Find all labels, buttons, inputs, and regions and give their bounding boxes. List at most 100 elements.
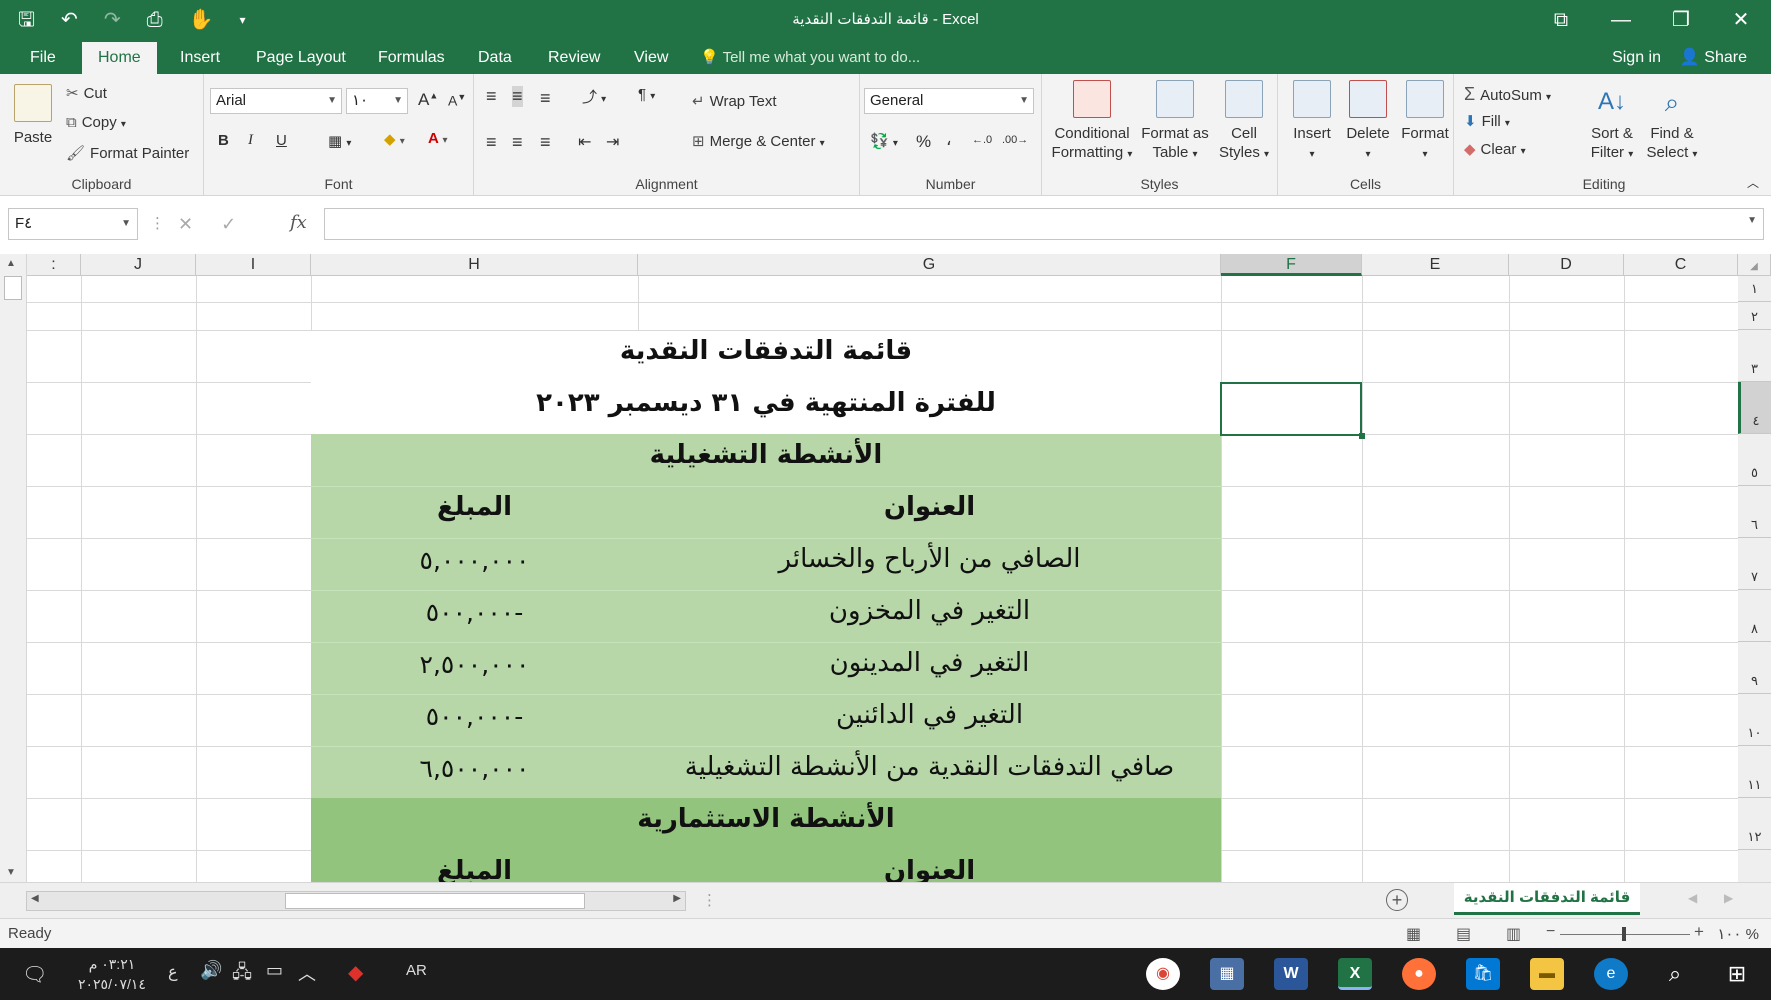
sign-in-link[interactable]: Sign in xyxy=(1612,42,1661,74)
active-cell-f4[interactable] xyxy=(1220,382,1365,439)
share-button[interactable]: 👤 Share xyxy=(1680,42,1747,74)
row-header-10[interactable]: ١٠ xyxy=(1738,694,1771,746)
percent-button[interactable]: % xyxy=(916,132,931,152)
calculator-icon[interactable]: ▦ xyxy=(1210,958,1244,990)
paste-button[interactable]: Paste xyxy=(10,84,56,147)
anydesk-icon[interactable]: ◆ xyxy=(348,960,363,985)
row-header-7[interactable]: ٧ xyxy=(1738,538,1771,590)
row-header-11[interactable]: ١١ xyxy=(1738,746,1771,798)
row-header-3[interactable]: ٣ xyxy=(1738,330,1771,382)
row-header-9[interactable]: ٩ xyxy=(1738,642,1771,694)
scroll-thumb[interactable] xyxy=(285,893,585,909)
rtl-direction-icon[interactable]: ¶ ▾ xyxy=(638,86,655,103)
word-icon[interactable]: W xyxy=(1274,958,1308,990)
tell-me-box[interactable]: 💡 Tell me what you want to do... xyxy=(700,42,920,74)
align-right-icon[interactable]: ≡ xyxy=(540,132,551,153)
splitter-grip-icon[interactable]: ⋮ xyxy=(702,891,717,909)
network-icon[interactable]: 🖧 xyxy=(232,960,252,990)
cancel-icon[interactable]: ✕ xyxy=(178,214,193,235)
insert-function-button[interactable]: fx xyxy=(290,212,307,233)
sort-filter-button[interactable]: A↓ Sort & Filter ▾ xyxy=(1584,80,1640,164)
input-language-indicator[interactable]: AR xyxy=(406,962,427,979)
align-center-icon[interactable]: ≡ xyxy=(512,132,523,153)
italic-button[interactable]: I xyxy=(248,132,253,149)
tab-formulas[interactable]: Formulas xyxy=(374,42,449,74)
firefox-icon[interactable]: ● xyxy=(1402,958,1436,990)
merge-center-button[interactable]: ⊞ Merge & Center ▾ xyxy=(692,132,825,150)
name-box[interactable]: F٤ ▼ xyxy=(8,208,138,240)
row-header-8[interactable]: ٨ xyxy=(1738,590,1771,642)
minimize-icon[interactable]: — xyxy=(1591,0,1651,42)
excel-icon[interactable]: X xyxy=(1338,958,1372,990)
column-header-j[interactable]: J xyxy=(81,254,196,276)
column-header-d[interactable]: D xyxy=(1509,254,1624,276)
page-layout-view-icon[interactable]: ▤ xyxy=(1456,924,1471,944)
close-icon[interactable]: ✕ xyxy=(1711,0,1771,42)
decrease-font-icon[interactable]: A▼ xyxy=(448,92,466,109)
align-left-icon[interactable]: ≡ xyxy=(486,132,497,153)
cell-styles-button[interactable]: Cell Styles ▾ xyxy=(1214,80,1274,164)
normal-view-icon[interactable]: ▦ xyxy=(1406,924,1421,944)
orientation-icon[interactable]: ⤴ ▾ xyxy=(582,86,606,107)
bold-button[interactable]: B xyxy=(218,132,229,149)
scroll-thumb[interactable] xyxy=(4,276,22,300)
search-icon[interactable]: ⌕ xyxy=(1658,958,1692,990)
increase-font-icon[interactable]: A▲ xyxy=(418,90,438,110)
column-header[interactable]: : xyxy=(27,254,81,276)
column-header-g[interactable]: G xyxy=(638,254,1221,276)
collapse-ribbon-icon[interactable]: ︿ xyxy=(1747,174,1759,191)
row-header-6[interactable]: ٦ xyxy=(1738,486,1771,538)
column-header-c[interactable]: C xyxy=(1624,254,1738,276)
fill-button[interactable]: ⬇ Fill ▾ xyxy=(1464,112,1510,130)
tab-view[interactable]: View xyxy=(630,42,672,74)
column-header-h[interactable]: H xyxy=(311,254,638,276)
zoom-slider-thumb[interactable] xyxy=(1622,927,1626,941)
scroll-left-icon[interactable]: ◀ xyxy=(31,893,39,904)
fill-color-icon[interactable]: ◆ ▾ xyxy=(384,130,405,148)
page-break-view-icon[interactable]: ▥ xyxy=(1506,924,1521,944)
row-header-5[interactable]: ٥ xyxy=(1738,434,1771,486)
align-bottom-icon[interactable]: ≡ xyxy=(540,88,551,109)
zoom-level[interactable]: ١٠٠ % xyxy=(1717,925,1759,943)
row-header-1[interactable]: ١ xyxy=(1738,276,1771,302)
font-size-dropdown[interactable]: ١٠ ▼ xyxy=(346,88,408,114)
copy-button[interactable]: ⧉ Copy ▾ xyxy=(66,114,126,131)
add-sheet-button[interactable]: + xyxy=(1386,889,1408,911)
underline-button[interactable]: U xyxy=(276,132,287,149)
zoom-in-button[interactable]: + xyxy=(1694,922,1704,942)
vertical-scrollbar[interactable]: ▲ ▼ xyxy=(0,254,27,882)
decrease-indent-icon[interactable]: ⇤ xyxy=(578,132,591,152)
ribbon-display-options-icon[interactable]: ⧉ xyxy=(1531,0,1591,42)
row-header-4[interactable]: ٤ xyxy=(1738,382,1771,434)
restore-icon[interactable]: ❐ xyxy=(1651,0,1711,42)
font-name-dropdown[interactable]: Arial ▼ xyxy=(210,88,342,114)
tab-data[interactable]: Data xyxy=(474,42,516,74)
chrome-icon[interactable]: ◉ xyxy=(1146,958,1180,990)
format-as-table-button[interactable]: Format as Table ▾ xyxy=(1138,80,1212,164)
row-header-2[interactable]: ٢ xyxy=(1738,302,1771,330)
format-painter-button[interactable]: 🖌 Format Painter xyxy=(66,144,189,162)
battery-icon[interactable]: ▭ xyxy=(266,960,283,981)
windows-start-icon[interactable]: ⊞ xyxy=(1720,958,1754,990)
delete-cells-button[interactable]: Delete ▾ xyxy=(1340,80,1396,164)
cut-button[interactable]: ✂ Cut xyxy=(66,84,107,102)
file-explorer-icon[interactable]: ▬ xyxy=(1530,958,1564,990)
show-hidden-icons-icon[interactable]: ︿ xyxy=(298,960,316,986)
tab-home[interactable]: Home xyxy=(82,42,157,74)
increase-decimal-icon[interactable]: ←.0 xyxy=(972,134,992,146)
edge-icon[interactable]: e xyxy=(1594,958,1628,990)
horizontal-scrollbar[interactable]: ◀ ▶ xyxy=(26,891,686,911)
row-header-13[interactable] xyxy=(1738,850,1771,882)
number-format-dropdown[interactable]: General ▼ xyxy=(864,88,1034,114)
accounting-format-icon[interactable]: 💱 ▾ xyxy=(870,132,898,150)
scroll-right-icon[interactable]: ▶ xyxy=(673,893,681,904)
align-middle-icon[interactable]: ≡ xyxy=(512,86,523,107)
enter-icon[interactable]: ✓ xyxy=(221,214,236,235)
scroll-up-icon[interactable]: ▲ xyxy=(6,258,16,269)
scroll-down-icon[interactable]: ▼ xyxy=(6,867,16,878)
sheet-nav-prev-icon[interactable]: ◀ xyxy=(1688,891,1697,905)
chevron-down-icon[interactable]: ▼ xyxy=(1747,215,1757,226)
insert-cells-button[interactable]: Insert ▾ xyxy=(1286,80,1338,164)
formula-input[interactable]: ▼ xyxy=(324,208,1764,240)
wrap-text-button[interactable]: ↵ Wrap Text xyxy=(692,92,777,110)
